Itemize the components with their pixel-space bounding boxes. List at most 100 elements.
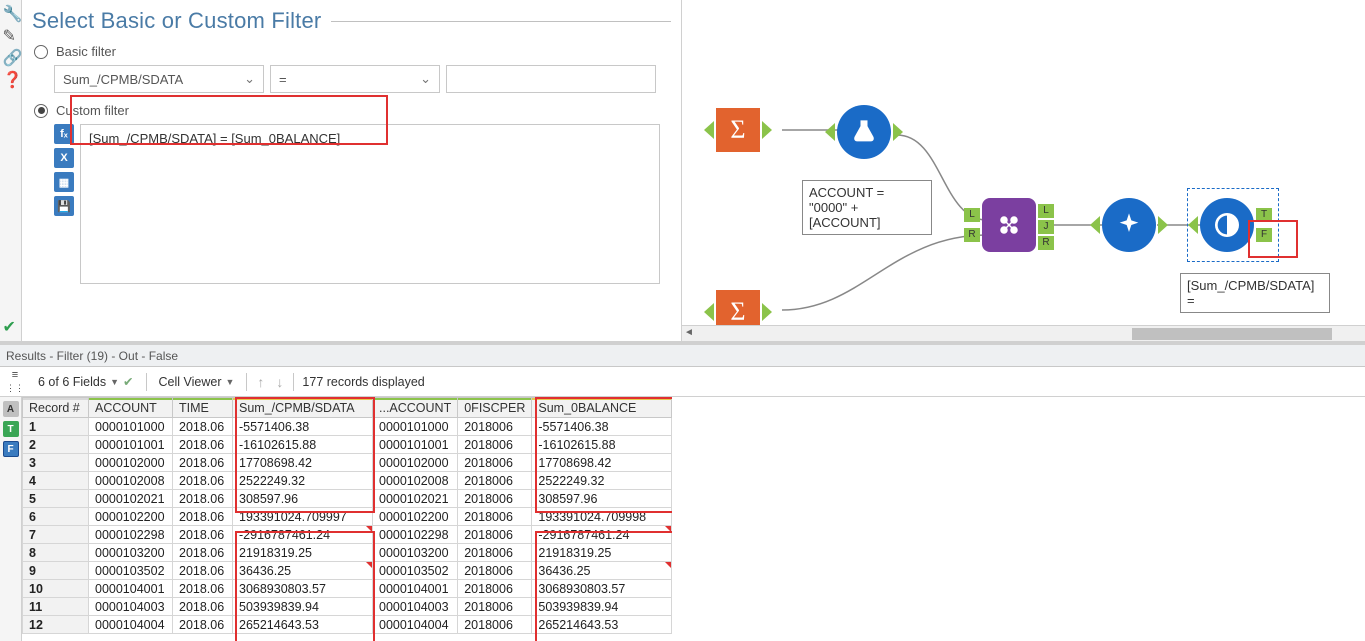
col-time[interactable]: TIME <box>173 398 233 418</box>
cell-fiscper: 2018006 <box>458 616 532 634</box>
table-row[interactable]: 100001010002018.06-5571406.3800001010002… <box>23 418 672 436</box>
row-number: 6 <box>23 508 89 526</box>
cell-sdata: -2916787461.24 <box>233 526 373 544</box>
var-x-button[interactable]: X <box>54 148 74 168</box>
basic-value-input[interactable] <box>446 65 656 93</box>
cell-time: 2018.06 <box>173 544 233 562</box>
input-port[interactable] <box>1188 216 1198 234</box>
link-icon[interactable]: 🔗 <box>3 48 19 64</box>
cell-balance: 36436.25 <box>532 562 672 580</box>
basic-operator-select[interactable]: = ⌄ <box>270 65 440 93</box>
filter-tool[interactable]: T F <box>1200 198 1254 252</box>
table-row[interactable]: 700001022982018.06-2916787461.2400001022… <box>23 526 672 544</box>
table-row[interactable]: 1000001040012018.063068930803.5700001040… <box>23 580 672 598</box>
wand-icon[interactable]: ✎ <box>3 26 19 42</box>
sort-desc-button[interactable]: ↓ <box>274 374 285 390</box>
false-anchor-icon[interactable]: F <box>3 441 19 457</box>
output-port[interactable] <box>762 303 772 321</box>
sort-asc-button[interactable]: ↑ <box>255 374 266 390</box>
canvas-horizontal-scrollbar[interactable]: ◄ <box>682 325 1365 341</box>
cell-time: 2018.06 <box>173 472 233 490</box>
row-number: 11 <box>23 598 89 616</box>
cell-fiscper: 2018006 <box>458 598 532 616</box>
formula-tool[interactable] <box>837 105 891 159</box>
input-port[interactable] <box>825 123 835 141</box>
custom-filter-radio[interactable] <box>34 104 48 118</box>
results-status-bar: Results - Filter (19) - Out - False <box>0 345 1365 367</box>
save-button[interactable]: 💾 <box>54 196 74 216</box>
table-row[interactable]: 600001022002018.06193391024.709997000010… <box>23 508 672 526</box>
custom-filter-label: Custom filter <box>56 103 129 118</box>
help-icon[interactable]: ❓ <box>3 70 19 86</box>
table-row[interactable]: 900001035022018.0636436.2500001035022018… <box>23 562 672 580</box>
table-row[interactable]: 1100001040032018.06503939839.94000010400… <box>23 598 672 616</box>
cell-time: 2018.06 <box>173 526 233 544</box>
cell-account: 0000101001 <box>89 436 173 454</box>
cell-viewer-dropdown[interactable]: Cell Viewer ▼ <box>155 373 239 391</box>
input-port[interactable] <box>704 303 714 321</box>
workflow-canvas[interactable]: Σ ACCOUNT = "0000" + [ACCOUNT] <box>682 0 1365 341</box>
scrollbar-thumb[interactable] <box>1132 328 1332 340</box>
right-input-port[interactable]: R <box>964 228 980 242</box>
basic-field-select[interactable]: Sum_/CPMB/SDATA ⌄ <box>54 65 264 93</box>
all-icon[interactable]: A <box>3 401 19 417</box>
r-output-port[interactable]: R <box>1038 236 1054 250</box>
col-balance[interactable]: Sum_0BALANCE <box>532 398 672 418</box>
table-row[interactable]: 500001020212018.06308597.960000102021201… <box>23 490 672 508</box>
col-fiscper[interactable]: 0FISCPER <box>458 398 532 418</box>
summarize-tool[interactable]: Σ <box>716 108 760 152</box>
false-output-port[interactable]: F <box>1256 228 1272 242</box>
cell-account: 0000102000 <box>89 454 173 472</box>
col-record[interactable]: Record # <box>23 398 89 418</box>
scroll-left-icon[interactable]: ◄ <box>684 327 694 338</box>
input-port[interactable] <box>1090 216 1100 234</box>
join-icon <box>982 198 1036 252</box>
flask-icon <box>837 105 891 159</box>
wrench-icon[interactable]: 🔧 <box>3 4 19 20</box>
results-toolbar: ≡ ⋮⋮ 6 of 6 Fields ▼ ✔ Cell Viewer ▼ ↑ ↓… <box>0 367 1365 397</box>
col-sdata[interactable]: Sum_/CPMB/SDATA <box>233 398 373 418</box>
table-row[interactable]: 200001010012018.06-16102615.880000101001… <box>23 436 672 454</box>
col-account2[interactable]: ...ACCOUNT <box>373 398 458 418</box>
cell-fiscper: 2018006 <box>458 490 532 508</box>
true-anchor-icon[interactable]: T <box>3 421 19 437</box>
cell-sdata: 265214643.53 <box>233 616 373 634</box>
input-port[interactable] <box>704 121 714 139</box>
cell-balance: 3068930803.57 <box>532 580 672 598</box>
cell-time: 2018.06 <box>173 508 233 526</box>
table-row[interactable]: 1200001040042018.06265214643.53000010400… <box>23 616 672 634</box>
basic-filter-radio[interactable] <box>34 45 48 59</box>
custom-filter-radio-row[interactable]: Custom filter <box>34 103 671 118</box>
cell-sdata: 36436.25 <box>233 562 373 580</box>
true-output-port[interactable]: T <box>1256 208 1272 222</box>
cell-balance: 21918319.25 <box>532 544 672 562</box>
expression-text: [Sum_/CPMB/SDATA] = [Sum_0BALANCE] <box>89 131 340 146</box>
table-row[interactable]: 300001020002018.0617708698.4200001020002… <box>23 454 672 472</box>
apply-check-icon[interactable]: ✔ <box>3 317 19 333</box>
cell-account2: 0000103200 <box>373 544 458 562</box>
col-account[interactable]: ACCOUNT <box>89 398 173 418</box>
cell-time: 2018.06 <box>173 454 233 472</box>
list-icon[interactable]: ≡ <box>12 369 18 381</box>
output-port[interactable] <box>1158 216 1168 234</box>
left-input-port[interactable]: L <box>964 208 980 222</box>
data-cleanse-tool[interactable] <box>1102 198 1156 252</box>
folder-button[interactable]: ▦ <box>54 172 74 192</box>
output-port[interactable] <box>762 121 772 139</box>
dots-icon[interactable]: ⋮⋮ <box>6 383 24 394</box>
j-output-port[interactable]: J <box>1038 220 1054 234</box>
table-row[interactable]: 400001020082018.062522249.32000010200820… <box>23 472 672 490</box>
cell-time: 2018.06 <box>173 598 233 616</box>
l-output-port[interactable]: L <box>1038 204 1054 218</box>
expression-editor[interactable]: [Sum_/CPMB/SDATA] = [Sum_0BALANCE] <box>80 124 660 284</box>
cell-fiscper: 2018006 <box>458 526 532 544</box>
fields-dropdown[interactable]: 6 of 6 Fields ▼ ✔ <box>34 372 138 391</box>
output-port[interactable] <box>893 123 903 141</box>
filter-icon <box>1200 198 1254 252</box>
cell-balance: 2522249.32 <box>532 472 672 490</box>
join-tool[interactable]: L R L J R <box>982 198 1036 252</box>
basic-filter-radio-row[interactable]: Basic filter <box>34 44 671 59</box>
table-row[interactable]: 800001032002018.0621918319.2500001032002… <box>23 544 672 562</box>
fx-button[interactable]: fₓ <box>54 124 74 144</box>
cell-fiscper: 2018006 <box>458 508 532 526</box>
